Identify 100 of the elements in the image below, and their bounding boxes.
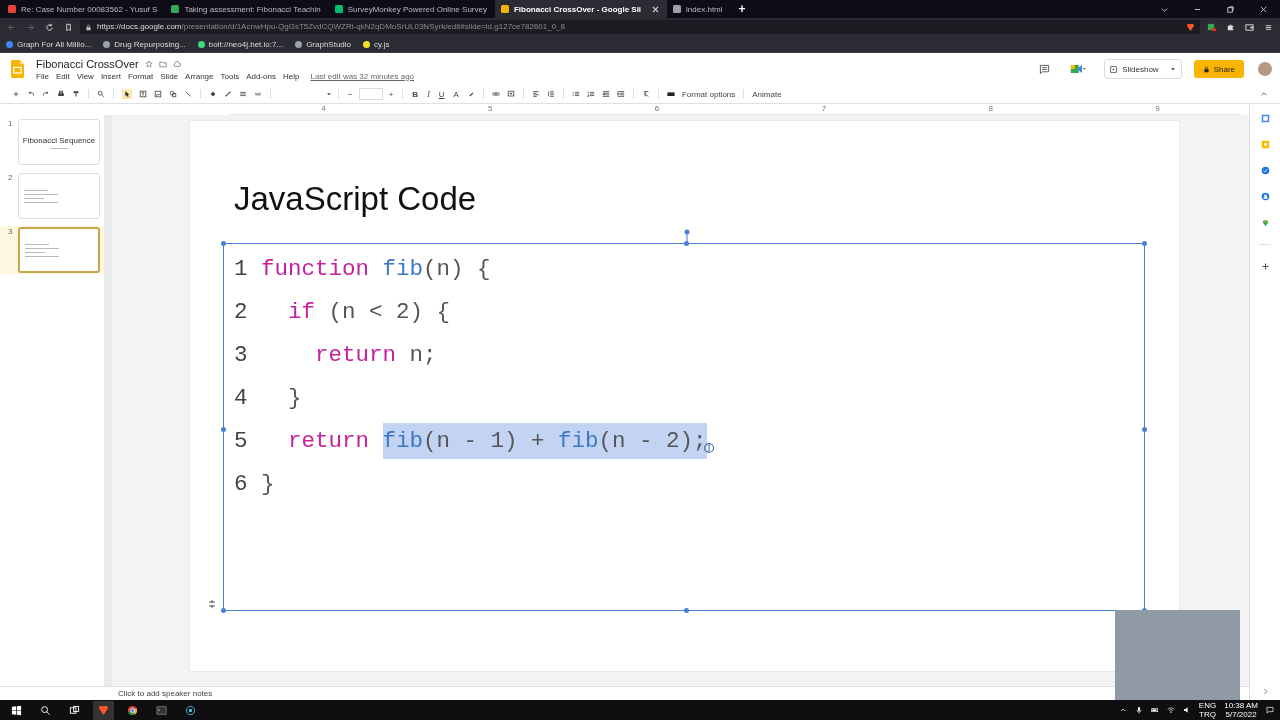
browser-tab[interactable]: SurveyMonkey Powered Online Survey: [328, 0, 495, 18]
clear-formatting-icon[interactable]: [641, 90, 650, 98]
cursor-icon[interactable]: [122, 89, 132, 99]
contacts-icon[interactable]: [1260, 192, 1270, 201]
video-call-icon[interactable]: [1070, 64, 1087, 74]
caret-icon[interactable]: [326, 91, 332, 97]
bookmark-link[interactable]: cy.js: [363, 39, 390, 49]
plus-icon[interactable]: [1260, 262, 1270, 271]
reload-icon[interactable]: [45, 22, 54, 32]
lion-shield-icon[interactable]: [1186, 22, 1195, 32]
plus-icon[interactable]: [12, 90, 20, 98]
rotate-handle[interactable]: [684, 229, 690, 243]
browser-tab[interactable]: index.html: [667, 0, 731, 18]
code-text-box[interactable]: 1 function fib(n) { 2 if (n < 2) { 3 return n; 4 } 5 return fib(n - 1) + fib(n - 2); 6 }: [223, 243, 1145, 611]
wifi-icon[interactable]: [1166, 706, 1175, 714]
tasks-icon[interactable]: [1260, 166, 1270, 175]
slide-thumbnail-row[interactable]: 3: [0, 226, 104, 274]
browser-tab[interactable]: Re: Case Number 00083562 - Yusuf S: [2, 0, 166, 18]
battery-icon[interactable]: [1150, 706, 1159, 714]
language-indicator[interactable]: ENG: [1198, 701, 1217, 710]
clock-date[interactable]: 5/7/2022: [1225, 710, 1257, 719]
resize-handle[interactable]: [221, 241, 226, 246]
resize-handle[interactable]: [221, 608, 226, 613]
menu-item[interactable]: Edit: [55, 71, 70, 81]
format-button[interactable]: B: [409, 89, 422, 99]
format-options-button[interactable]: Format options: [679, 89, 738, 99]
url-field[interactable]: https://docs.google.com/presentation/d/1AcnwHpu-QgGsT5ZvdCQWZRi-qkN2qDMoSrUL03NSyrk/edit#slide=id.g127ce782601_0_8: [80, 20, 1200, 34]
caret-icon[interactable]: [1169, 66, 1176, 72]
keyboard-layout-indicator[interactable]: TRQ: [1199, 710, 1216, 719]
map-pin-icon[interactable]: [1260, 218, 1270, 227]
highlighter-icon[interactable]: [466, 90, 475, 98]
collapse-icon[interactable]: [1260, 90, 1268, 98]
bookmark-link[interactable]: GraphStudio: [295, 39, 352, 49]
menu-item[interactable]: View: [76, 71, 94, 81]
resize-handle[interactable]: [221, 427, 226, 432]
close-icon[interactable]: [1259, 4, 1268, 14]
text-box-icon[interactable]: [139, 90, 147, 98]
scrollbar[interactable]: [104, 115, 112, 686]
shape-icon[interactable]: [169, 90, 177, 98]
print-icon[interactable]: [57, 90, 65, 98]
extension-badge-icon[interactable]: [1207, 22, 1216, 32]
menu-item[interactable]: Slide: [160, 71, 179, 81]
autofit-icon[interactable]: [207, 599, 217, 609]
bookmark-link[interactable]: Drug Repurposing...: [103, 39, 186, 49]
comment-add-icon[interactable]: [506, 90, 515, 98]
menu-icon[interactable]: [1264, 22, 1273, 32]
increase-indent-icon[interactable]: [616, 90, 625, 98]
border-dash-icon[interactable]: [254, 90, 262, 98]
animate-button[interactable]: Animate: [750, 89, 784, 99]
line-icon[interactable]: [184, 90, 192, 98]
menu-item[interactable]: Tools: [220, 71, 240, 81]
pen-icon[interactable]: [224, 90, 232, 98]
slide-thumbnail-row[interactable]: 1 Fibonacci Sequence: [0, 118, 104, 166]
format-button[interactable]: U: [435, 89, 448, 99]
keyboard-icon[interactable]: [666, 90, 675, 98]
chevron-up-icon[interactable]: [1118, 706, 1127, 714]
decrease-font-button[interactable]: −: [345, 89, 356, 99]
menu-item[interactable]: File: [36, 71, 49, 81]
cloud-icon[interactable]: [172, 59, 181, 68]
slide-thumbnail[interactable]: [18, 227, 100, 273]
zoom-icon[interactable]: [97, 90, 105, 98]
puzzle-icon[interactable]: [1226, 22, 1235, 32]
redo-icon[interactable]: [42, 90, 50, 98]
bookmark-link[interactable]: Graph For All Millio...: [6, 39, 92, 49]
notification-icon[interactable]: [1266, 706, 1274, 714]
wallet-icon[interactable]: [1245, 22, 1254, 32]
star-icon[interactable]: [144, 59, 153, 68]
line-spacing-icon[interactable]: [546, 90, 555, 98]
avatar[interactable]: [1258, 62, 1272, 76]
fill-color-icon[interactable]: [209, 90, 217, 98]
document-title[interactable]: Fibonacci CrossOver: [36, 57, 139, 70]
browser-tab[interactable]: Fibonacci CrossOver - Google Sli: [494, 0, 668, 18]
align-icon[interactable]: [531, 90, 540, 98]
format-button[interactable]: I: [424, 89, 433, 99]
resize-handle[interactable]: [684, 241, 689, 246]
format-button[interactable]: A: [450, 89, 462, 99]
calendar-icon[interactable]: [1260, 114, 1270, 123]
bookmark-icon[interactable]: [64, 22, 73, 32]
slide-title[interactable]: JavaScript Code: [234, 179, 1145, 219]
menu-item[interactable]: Format: [127, 71, 154, 81]
increase-font-button[interactable]: +: [385, 89, 397, 99]
border-weight-icon[interactable]: [239, 90, 247, 98]
speaker-notes-field[interactable]: Click to add speaker notes: [0, 686, 1249, 700]
new-tab-button[interactable]: +: [730, 2, 754, 16]
numbered-list-icon[interactable]: [586, 90, 595, 98]
microphone-icon[interactable]: [1134, 706, 1143, 714]
link-icon[interactable]: [491, 90, 500, 98]
resize-handle[interactable]: [1142, 427, 1147, 432]
speaker-icon[interactable]: [1182, 706, 1191, 714]
browser-tab[interactable]: Taking assessment: Fibonacci Teachin: [165, 0, 329, 18]
slide-thumbnail-row[interactable]: 2: [0, 172, 104, 220]
font-size-field[interactable]: [358, 88, 383, 100]
clock-time[interactable]: 10:38 AM: [1224, 701, 1258, 710]
resize-handle[interactable]: [1142, 241, 1147, 246]
image-icon[interactable]: [154, 90, 162, 98]
slide-thumbnail[interactable]: Fibonacci Sequence: [18, 119, 100, 165]
menu-item[interactable]: Help: [283, 71, 300, 81]
close-icon[interactable]: [652, 5, 660, 13]
bookmark-link[interactable]: bolt://neo4j.het.io:7...: [197, 39, 284, 49]
lion-shield-icon[interactable]: [93, 700, 114, 720]
